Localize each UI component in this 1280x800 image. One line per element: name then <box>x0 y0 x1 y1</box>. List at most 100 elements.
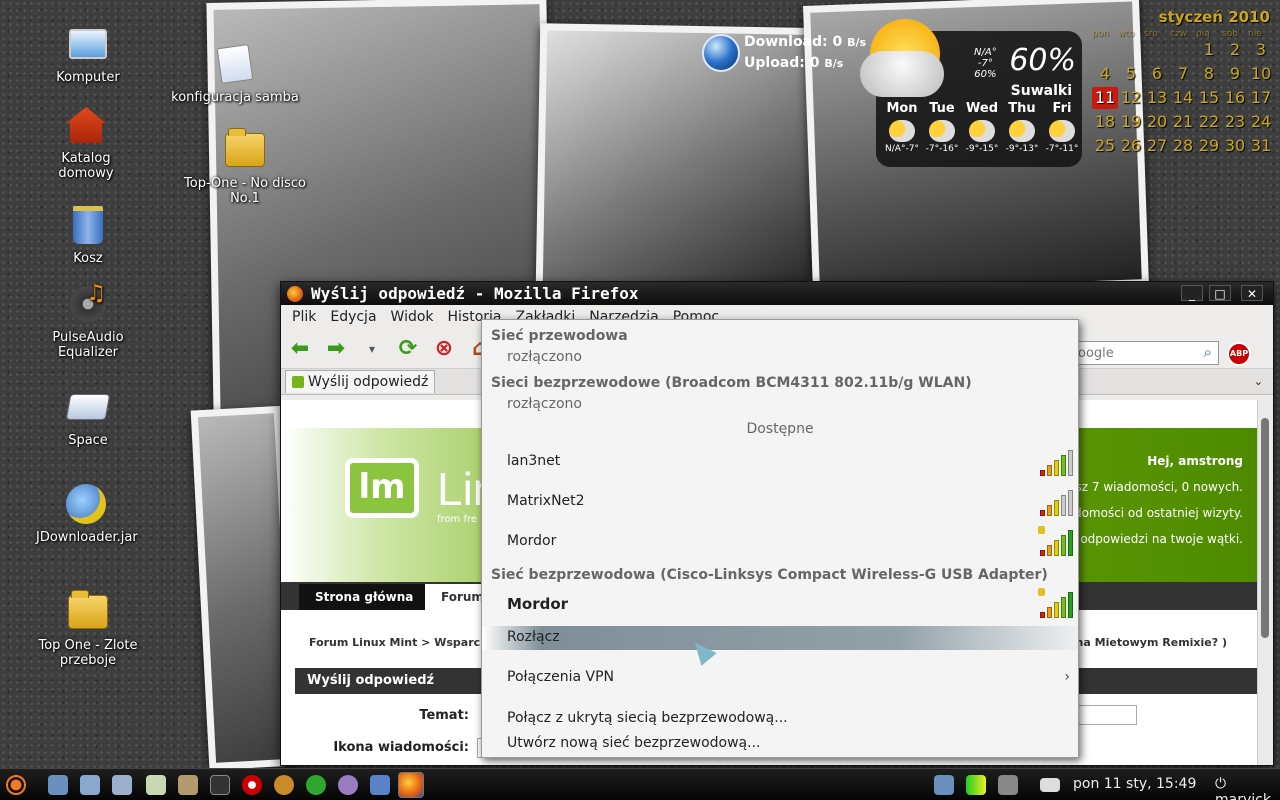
calendar-day[interactable]: 13 <box>1144 87 1170 109</box>
calendar-month: styczeń 2010 <box>1158 8 1270 26</box>
calendar-day[interactable]: 26 <box>1118 135 1144 157</box>
calendar-day[interactable]: 21 <box>1170 111 1196 133</box>
breadcrumb[interactable]: Forum Linux Mint > Wsparcie <box>309 636 491 649</box>
calendar-day[interactable]: 28 <box>1170 135 1196 157</box>
tab-strona-glowna[interactable]: Strona główna <box>299 584 430 610</box>
calendar-day[interactable]: 7 <box>1170 63 1196 85</box>
calendar-day[interactable]: 17 <box>1248 87 1274 109</box>
user-name[interactable]: ⏻ marvick <box>1215 776 1280 800</box>
tab-wyslij-odpowiedz[interactable]: Wyślij odpowiedź <box>285 370 436 393</box>
calendar-day[interactable]: 6 <box>1144 63 1170 85</box>
file-icon <box>213 42 257 86</box>
calendar-day[interactable]: 5 <box>1118 63 1144 85</box>
calendar-day[interactable]: 12 <box>1118 87 1144 109</box>
close-button[interactable]: ✕ <box>1241 285 1263 301</box>
gimp-icon[interactable] <box>178 775 198 795</box>
maximize-button[interactable]: □ <box>1209 285 1231 301</box>
calendar-day[interactable]: 30 <box>1222 135 1248 157</box>
forward-arrow-icon[interactable]: ➡ <box>321 334 351 364</box>
calendar-day[interactable]: 2 <box>1222 39 1248 61</box>
signal-bar <box>1040 510 1045 516</box>
calendar-day[interactable]: 25 <box>1092 135 1118 157</box>
minimize-button[interactable]: _ <box>1181 285 1203 301</box>
firefox-task-icon[interactable] <box>398 772 424 798</box>
desktop-icon-komputer[interactable]: Komputer <box>38 22 138 85</box>
weather-icon <box>969 120 995 142</box>
avant-icon[interactable] <box>370 775 390 795</box>
network-tray-icon[interactable] <box>934 775 954 795</box>
calendar-day[interactable]: 18 <box>1092 111 1118 133</box>
media-player-icon[interactable] <box>242 775 262 795</box>
calendar-day[interactable]: 20 <box>1144 111 1170 133</box>
mail-icon[interactable] <box>1040 778 1060 792</box>
calendar-day[interactable]: 9 <box>1222 63 1248 85</box>
calendar-day[interactable]: 4 <box>1092 63 1118 85</box>
calendar-day[interactable]: 11 <box>1092 87 1118 109</box>
clock[interactable]: pon 11 sty, 15:49 <box>1073 776 1196 792</box>
topic-input-end[interactable] <box>1077 705 1137 725</box>
signal-strength-icon <box>1040 590 1073 618</box>
breadcrumb-tail[interactable]: C na Mietowym Remixie? ) <box>1064 636 1227 649</box>
greeting-line[interactable]: e odpowiedzi na twoje wątki. <box>1067 526 1243 552</box>
search-input[interactable]: oogle ⌕ <box>1071 341 1219 365</box>
terminal-icon[interactable] <box>210 775 230 795</box>
calendar-day[interactable]: 15 <box>1196 87 1222 109</box>
desktop-icon-kosz[interactable]: Kosz <box>38 203 138 266</box>
desktop-icon-top-one-no-disco[interactable]: Top-One - No disco No.1 <box>180 128 310 206</box>
calendar-day[interactable]: 31 <box>1248 135 1274 157</box>
desktop-icon-konfiguracja-samba[interactable]: konfiguracja samba <box>170 42 300 105</box>
adblock-plus-icon[interactable]: ABP <box>1227 342 1251 366</box>
window-titlebar[interactable]: Wyślij odpowiedź - Mozilla Firefox <box>281 282 1273 305</box>
calendar-day[interactable]: 1 <box>1196 39 1222 61</box>
calendar-day[interactable]: 27 <box>1144 135 1170 157</box>
desktop-icon-top-one-zlote[interactable]: Top One - Zlote przeboje <box>38 590 138 668</box>
desktop-icon-pulseaudio-equalizer[interactable]: ♫ PulseAudio Equalizer <box>38 282 138 361</box>
calendar-day[interactable]: 3 <box>1248 39 1274 61</box>
current-humidity: 60% <box>974 69 997 80</box>
reload-icon[interactable]: ⟳ <box>393 334 423 364</box>
calendar-day[interactable]: 19 <box>1118 111 1144 133</box>
create-new-network-item[interactable]: Utwórz nową sieć bezprzewodową... <box>507 735 760 751</box>
calculator-icon[interactable] <box>146 775 166 795</box>
page-scrollbar[interactable] <box>1257 400 1273 765</box>
calendar-day[interactable]: 10 <box>1248 63 1274 85</box>
menu-edycja[interactable]: Edycja <box>323 309 383 325</box>
scrollbar-thumb[interactable] <box>1261 418 1269 638</box>
calendar-day[interactable]: 29 <box>1196 135 1222 157</box>
disconnect-item[interactable]: Rozłącz <box>482 626 1078 650</box>
back-arrow-icon[interactable]: ⬅ <box>285 334 315 364</box>
spotify-icon[interactable] <box>306 775 326 795</box>
bird-icon[interactable] <box>274 775 294 795</box>
chevron-down-icon[interactable]: ▾ <box>357 334 387 364</box>
current-na: N/A° <box>974 47 997 58</box>
menu-widok[interactable]: Widok <box>384 309 441 325</box>
calendar-day-header: sob <box>1222 29 1238 39</box>
connect-hidden-network-item[interactable]: Połącz z ukrytą siecią bezprzewodową... <box>507 710 788 726</box>
stop-icon[interactable]: ⊗ <box>429 334 459 364</box>
folder-icon <box>66 590 110 634</box>
file-manager-icon[interactable] <box>80 775 100 795</box>
calendar-day[interactable]: 23 <box>1222 111 1248 133</box>
desktop-icon-space[interactable]: Space <box>38 385 138 448</box>
calendar-day[interactable]: 16 <box>1222 87 1248 109</box>
tab-list-chevron-icon[interactable]: ⌄ <box>1254 375 1263 388</box>
greeting-line[interactable]: asz 7 wiadomości, 0 nowych. <box>1067 474 1243 500</box>
trash-icon <box>66 203 110 247</box>
desktop-icon-jdownloader[interactable]: JDownloader.jar <box>36 482 138 545</box>
calendar-day[interactable]: 8 <box>1196 63 1222 85</box>
calendar-day[interactable]: 22 <box>1196 111 1222 133</box>
greeting-line[interactable]: adomości od ostatniej wizyty. <box>1067 500 1243 526</box>
menu-plik[interactable]: Plik <box>285 309 323 325</box>
volume-icon[interactable] <box>998 775 1018 795</box>
calendar-day[interactable]: 24 <box>1248 111 1274 133</box>
calendar-day[interactable]: 14 <box>1170 87 1196 109</box>
window-list-icon[interactable] <box>112 775 132 795</box>
forecast-day-name: Mon <box>886 101 918 116</box>
ubuntu-menu-icon[interactable] <box>6 775 26 795</box>
desktop-icon-katalog-domowy[interactable]: Katalog domowy <box>36 103 136 181</box>
calendar-day-header: czw <box>1170 29 1188 39</box>
available-label: Dostępne <box>746 421 814 437</box>
pidgin-icon[interactable] <box>338 775 358 795</box>
wifi-signal-tray-icon[interactable] <box>966 775 986 795</box>
show-desktop-icon[interactable] <box>48 775 68 795</box>
